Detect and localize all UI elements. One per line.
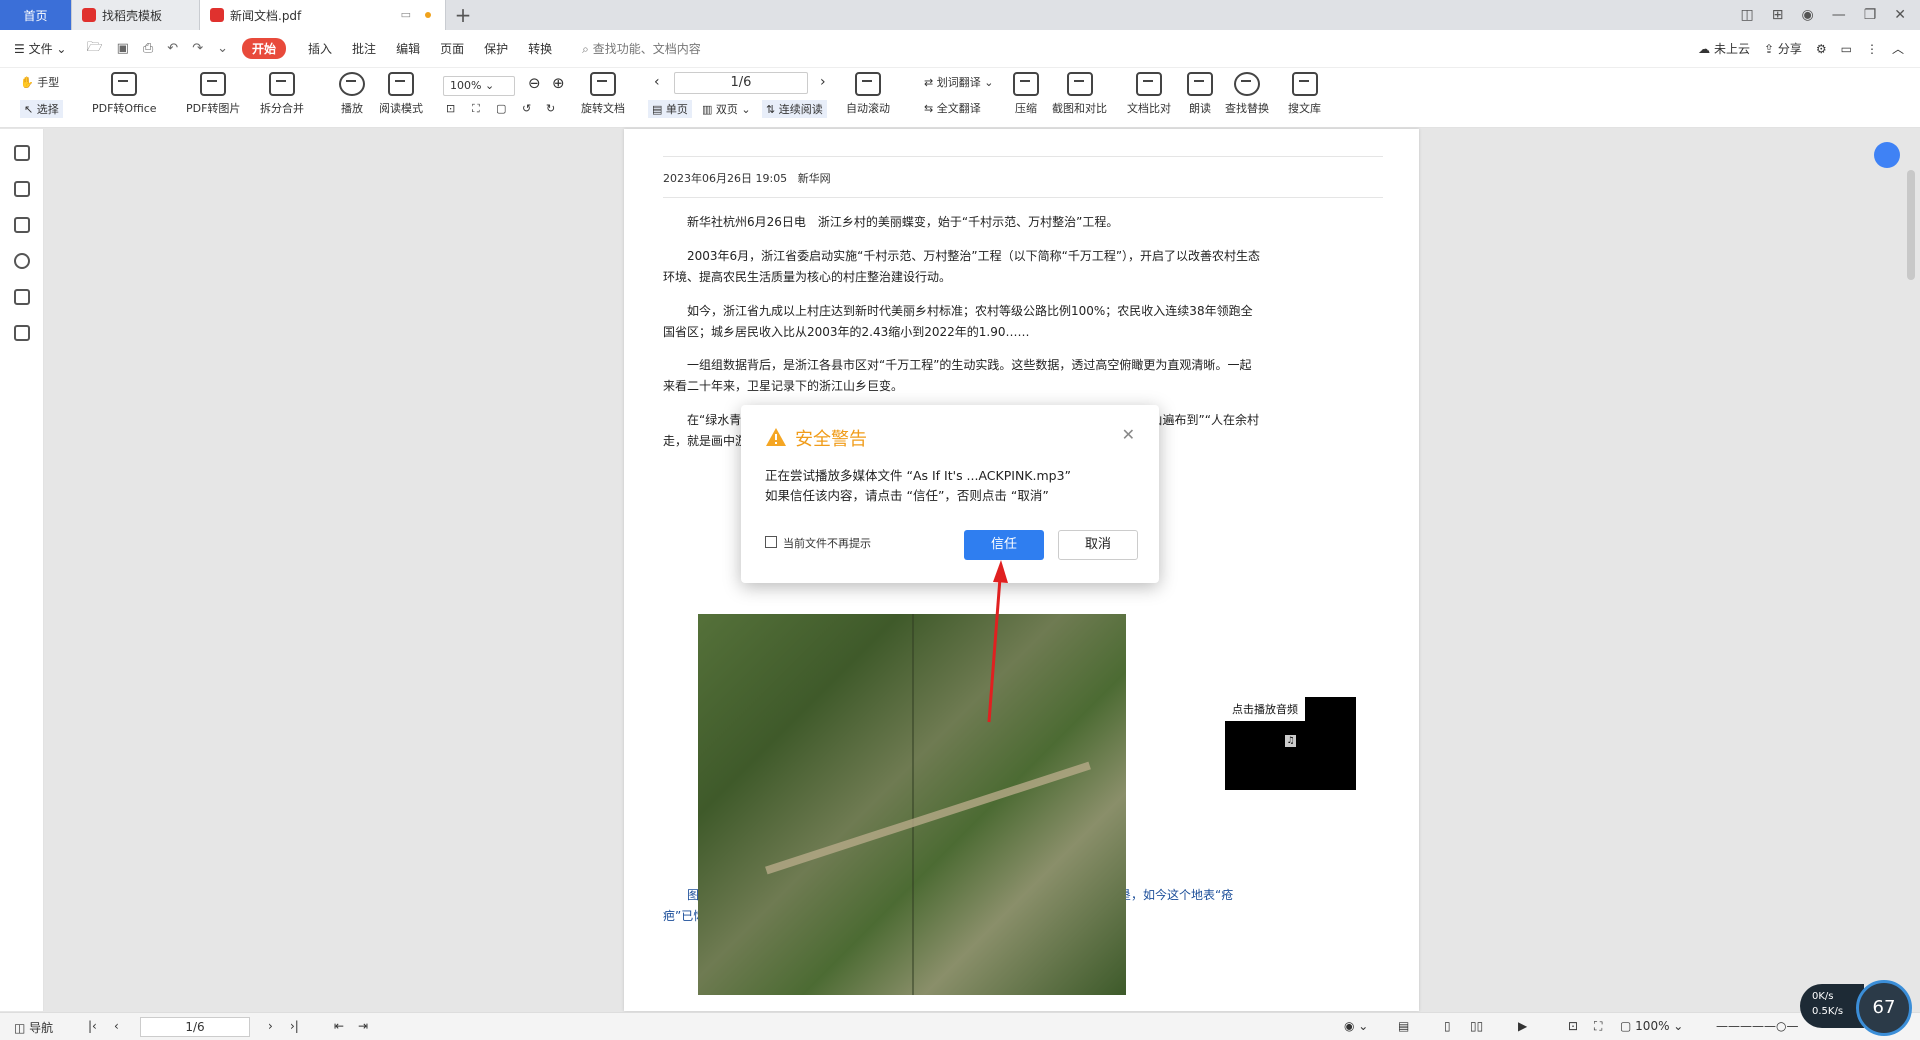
next-page-status-icon[interactable]: ›: [268, 1019, 273, 1033]
forward-icon[interactable]: ⇥: [358, 1019, 368, 1033]
fit-width-status-icon: ▢: [1620, 1019, 1632, 1033]
play-status-icon[interactable]: ▶: [1518, 1019, 1527, 1033]
nav-label: 导航: [29, 1021, 54, 1035]
continuous-status-icon[interactable]: ▤: [1398, 1019, 1409, 1033]
zoom-status[interactable]: ▢ 100% ⌄: [1620, 1019, 1683, 1033]
usage-gauge: 67: [1856, 980, 1912, 1036]
status-page-value: 1/6: [185, 1020, 205, 1034]
zoom-status-value: 100%: [1635, 1019, 1670, 1033]
last-page-icon[interactable]: ›|: [290, 1019, 299, 1033]
zoom-slider[interactable]: —————○—: [1716, 1019, 1798, 1033]
first-page-icon[interactable]: |‹: [88, 1019, 97, 1033]
annotation-arrow: [987, 560, 1008, 723]
status-bar: ◫ 导航 |‹ ‹ 1/6 › ›| ⇤ ⇥ ◉ ⌄ ▤ ▯ ▯▯ ▶ ⊡ ⛶ …: [0, 1012, 1920, 1040]
nav-toggle[interactable]: ◫ 导航: [14, 1019, 53, 1036]
speed-readout: 0K/s 0.5K/s: [1800, 984, 1864, 1028]
back-icon[interactable]: ⇤: [334, 1019, 344, 1033]
network-speed-widget: 0K/s 0.5K/s 67: [1800, 980, 1918, 1038]
prev-page-status-icon[interactable]: ‹: [114, 1019, 119, 1033]
eye-protect-icon[interactable]: ◉ ⌄: [1344, 1019, 1368, 1033]
fit-status-icon[interactable]: ⛶: [1594, 1019, 1602, 1034]
actual-size-status-icon[interactable]: ⊡: [1568, 1019, 1578, 1033]
single-page-status-icon[interactable]: ▯: [1444, 1019, 1451, 1033]
nav-panel-icon: ◫: [14, 1021, 26, 1035]
double-page-status-icon[interactable]: ▯▯: [1470, 1019, 1483, 1033]
status-page-input[interactable]: 1/6: [140, 1017, 250, 1037]
